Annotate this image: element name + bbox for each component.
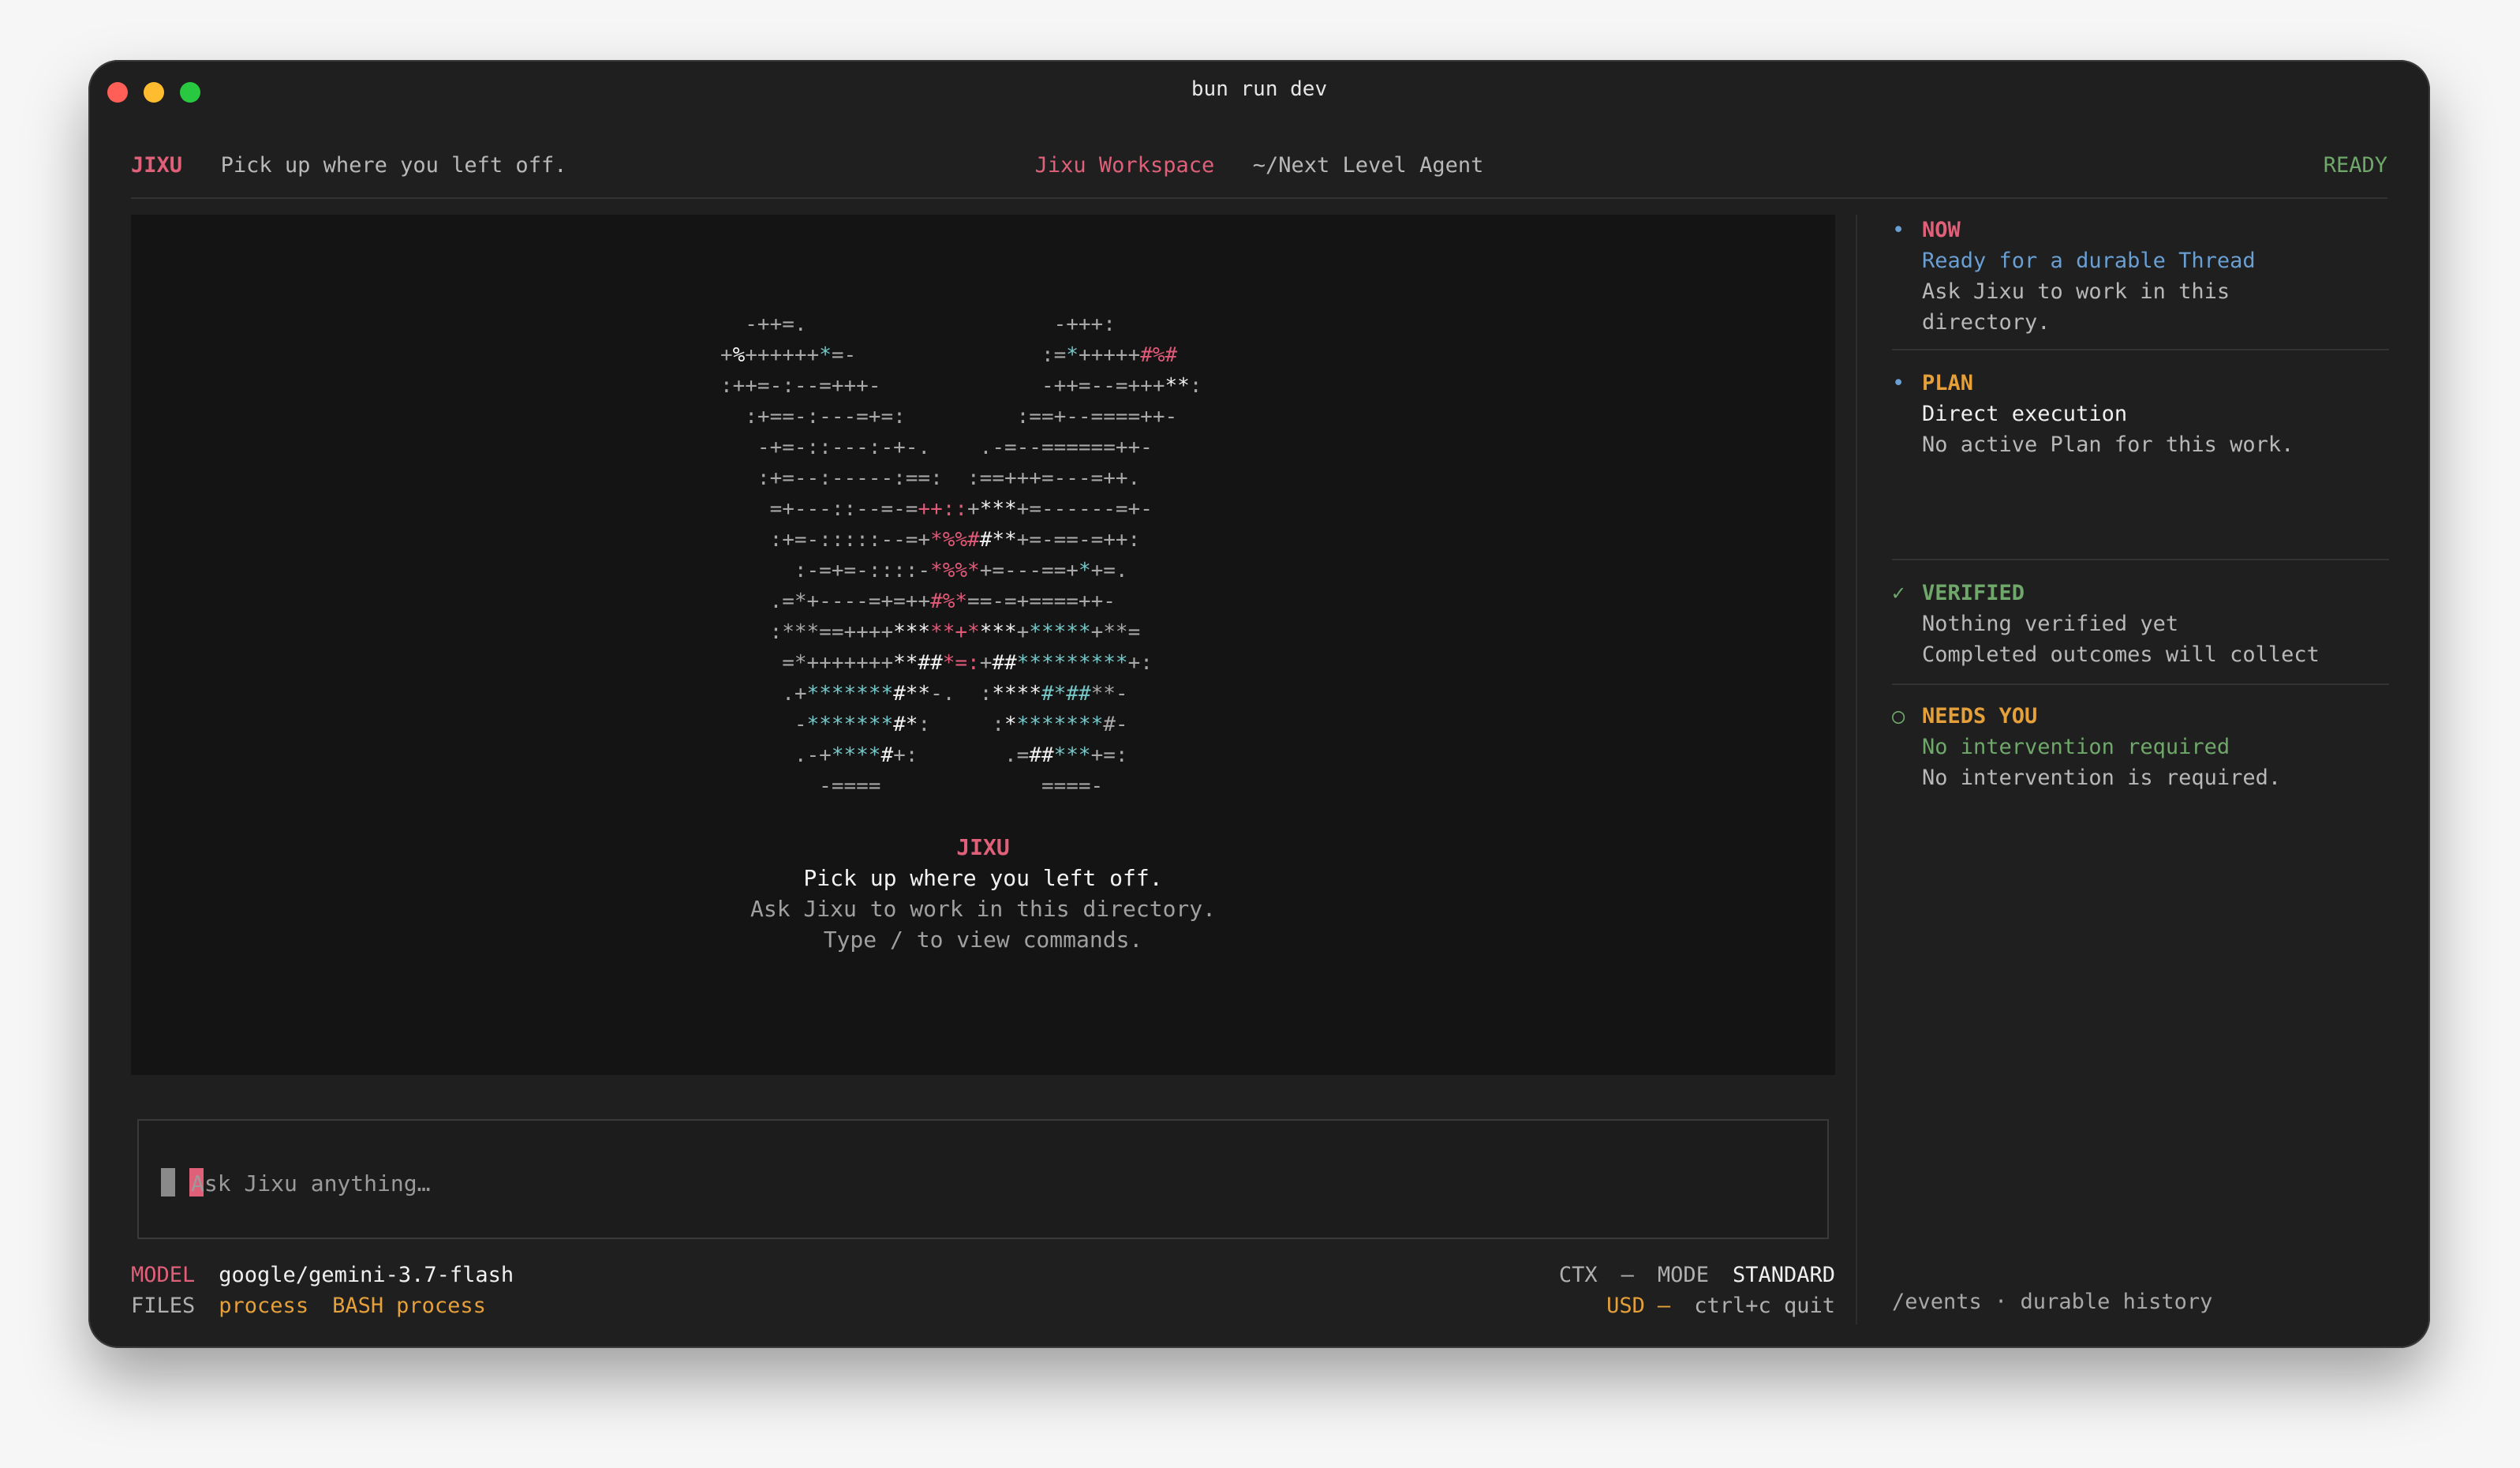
verified-line-1: Nothing verified yet bbox=[1922, 612, 2179, 636]
app-header: JIXU Pick up where you left off. Jixu Wo… bbox=[131, 153, 2387, 199]
ctx-value: — bbox=[1621, 1263, 1634, 1287]
files-label: FILES bbox=[131, 1294, 196, 1318]
status-badge: READY bbox=[2323, 153, 2387, 178]
check-icon: ✓ bbox=[1892, 581, 1905, 605]
circle-icon: ○ bbox=[1892, 704, 1905, 728]
now-desc-2: directory. bbox=[1922, 310, 2051, 335]
jixu-logo-art: -++=. -+++: +%++++++*=- :=*+++++#%# :++=… bbox=[720, 313, 1202, 798]
sidebar-divider bbox=[1856, 215, 1857, 1324]
plan-title: Direct execution bbox=[1922, 402, 2128, 426]
bash-value: process bbox=[396, 1294, 486, 1318]
workspace-name: Jixu Workspace bbox=[1034, 153, 1215, 178]
bash-label: BASH bbox=[332, 1294, 384, 1318]
ctx-label: CTX bbox=[1558, 1263, 1598, 1287]
mode-value[interactable]: STANDARD bbox=[1733, 1263, 1835, 1287]
verified-line-2: Completed outcomes will collect bbox=[1922, 642, 2320, 667]
terminal-window: bun run dev JIXU Pick up where you left … bbox=[88, 60, 2430, 1348]
needs-you-title: No intervention required bbox=[1922, 735, 2230, 759]
needs-you-section: ○ NEEDS YOU No intervention required No … bbox=[1892, 701, 2389, 793]
events-link[interactable]: /events · durable history bbox=[1892, 1290, 2212, 1314]
welcome-line-2: Type / to view commands. bbox=[823, 927, 1143, 953]
welcome-text: JIXU Pick up where you left off. Ask Jix… bbox=[131, 832, 1835, 955]
prompt-input[interactable] bbox=[189, 1160, 1613, 1206]
verified-heading: VERIFIED bbox=[1922, 581, 2025, 605]
window-title: bun run dev bbox=[1191, 77, 1328, 101]
welcome-line-1: Ask Jixu to work in this directory. bbox=[750, 896, 1216, 922]
plan-desc: No active Plan for this work. bbox=[1922, 433, 2294, 457]
mode-label: MODE bbox=[1657, 1263, 1709, 1287]
now-heading: NOW bbox=[1922, 218, 1961, 242]
plan-heading: PLAN bbox=[1922, 371, 1974, 395]
now-bullet-icon: • bbox=[1892, 218, 1905, 242]
prompt-box bbox=[137, 1119, 1829, 1239]
prompt-gutter bbox=[161, 1168, 175, 1196]
now-section: • NOW Ready for a durable Thread Ask Jix… bbox=[1892, 215, 2389, 338]
model-label: MODEL bbox=[131, 1263, 196, 1287]
needs-you-heading: NEEDS YOU bbox=[1922, 704, 2038, 728]
divider bbox=[1892, 349, 2389, 350]
usd-label: USD bbox=[1606, 1294, 1645, 1318]
model-value[interactable]: google/gemini-3.7-flash bbox=[219, 1263, 514, 1287]
now-title: Ready for a durable Thread bbox=[1922, 249, 2256, 273]
needs-you-desc: No intervention is required. bbox=[1922, 766, 2282, 790]
divider bbox=[1892, 559, 2389, 560]
workspace-path: ~/Next Level Agent bbox=[1252, 153, 1484, 178]
files-value: process bbox=[219, 1294, 309, 1318]
verified-section: ✓ VERIFIED Nothing verified yet Complete… bbox=[1892, 578, 2389, 670]
welcome-panel: -++=. -+++: +%++++++*=- :=*+++++#%# :++=… bbox=[131, 215, 1835, 1075]
welcome-title: JIXU bbox=[956, 834, 1010, 860]
quit-hint: ctrl+c quit bbox=[1694, 1294, 1835, 1318]
welcome-subtitle: Pick up where you left off. bbox=[803, 865, 1163, 891]
plan-section: • PLAN Direct execution No active Plan f… bbox=[1892, 368, 2389, 460]
divider bbox=[1892, 683, 2389, 685]
now-desc-1: Ask Jixu to work in this bbox=[1922, 279, 2230, 304]
plan-bullet-icon: • bbox=[1892, 371, 1905, 395]
status-footer: MODEL google/gemini-3.7-flash CTX — MODE STA… bbox=[131, 1260, 1835, 1321]
usd-value: — bbox=[1657, 1294, 1671, 1318]
